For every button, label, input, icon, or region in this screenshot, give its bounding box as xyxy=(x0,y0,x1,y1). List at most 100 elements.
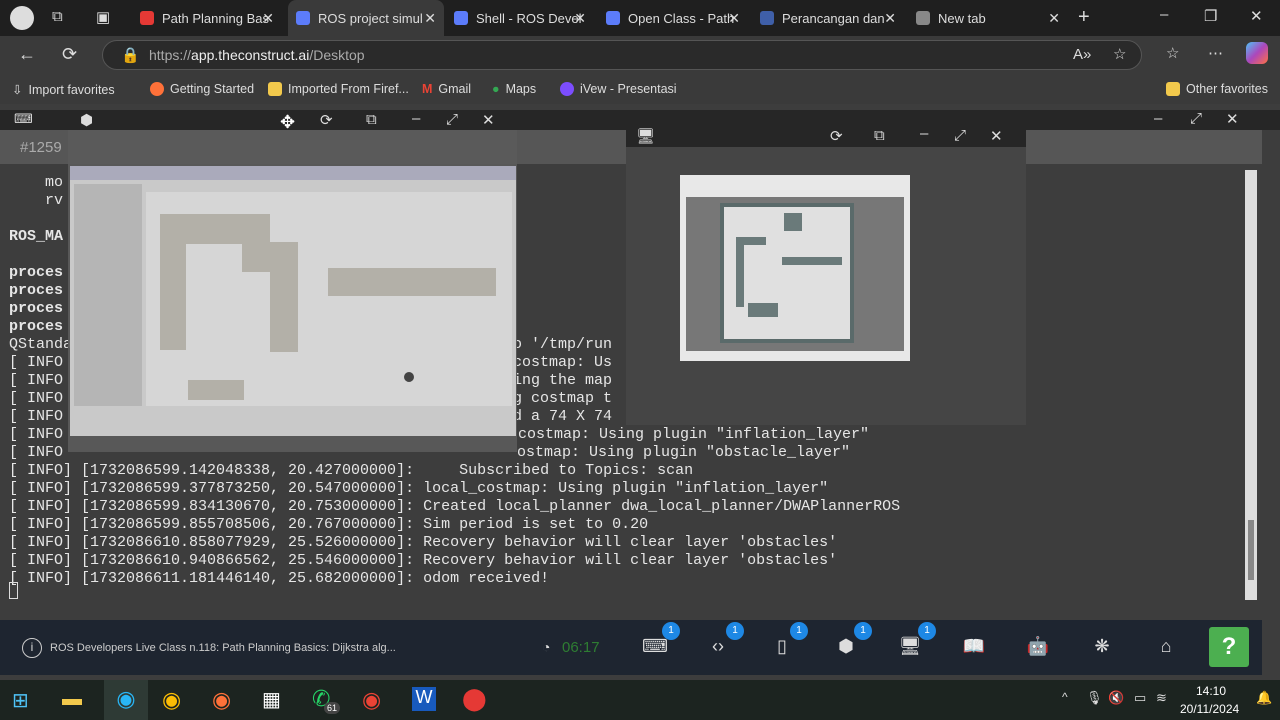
read-aloud-icon[interactable]: A» xyxy=(1073,46,1091,63)
bookmark-maps[interactable]: ● Maps xyxy=(492,82,536,96)
volume-muted-icon[interactable]: 🔇 xyxy=(1108,690,1124,706)
maximize-icon[interactable]: ⤢ xyxy=(954,127,966,144)
tab-close-icon[interactable]: ✕ xyxy=(884,10,896,27)
url-host: app.theconstruct.ai xyxy=(191,47,310,63)
popout-icon[interactable]: ⧉ xyxy=(366,111,377,128)
minimize-button[interactable]: – xyxy=(1160,6,1168,23)
monitor-icon: 🖥 xyxy=(636,128,656,145)
gazebo-window[interactable]: ⬢ ✥ ⟳ ⧉ – ⤢ ✕ xyxy=(68,110,517,452)
word-icon[interactable]: W xyxy=(412,687,436,711)
gazebo-screen[interactable] xyxy=(70,166,516,436)
rviz-window[interactable] xyxy=(626,125,1026,425)
bookmark-label: Imported From Firef... xyxy=(288,82,409,96)
minimize-icon[interactable]: – xyxy=(920,125,928,142)
notebook-icon[interactable]: ▯ xyxy=(770,636,794,657)
more-icon[interactable]: ⋯ xyxy=(1208,44,1223,62)
tab-close-icon[interactable]: ✕ xyxy=(262,10,274,27)
notes-icon[interactable]: 📖 xyxy=(962,636,986,657)
terminal-line-fragment: d a 74 X 74 xyxy=(513,408,613,425)
chrome-profile-icon[interactable]: ◉ xyxy=(362,687,381,713)
copilot-icon[interactable] xyxy=(1246,42,1268,64)
recorder-icon[interactable]: ⬤ xyxy=(462,686,487,712)
ai-assistant-icon[interactable]: ❋ xyxy=(1090,636,1114,657)
start-icon[interactable]: ⊞ xyxy=(12,688,29,713)
clock-date[interactable]: 20/11/2024 xyxy=(1180,702,1239,716)
store-icon[interactable]: ▦ xyxy=(262,687,281,712)
graphical-tools-icon[interactable]: 🖥 xyxy=(898,636,922,657)
favorites-icon[interactable]: ☆ xyxy=(1166,44,1179,62)
home-icon[interactable]: ⌂ xyxy=(1154,636,1178,657)
folder-icon xyxy=(1166,82,1180,96)
bookmark-gmail[interactable]: M Gmail xyxy=(422,82,471,96)
maximize-icon[interactable]: ⤢ xyxy=(446,111,458,128)
shell-icon[interactable]: ⌨ xyxy=(642,636,668,657)
profile-avatar[interactable] xyxy=(10,6,34,30)
notifications-icon[interactable]: 🔔 xyxy=(1256,690,1272,706)
firefox-icon[interactable]: ◉ xyxy=(212,687,231,713)
terminal-line: [ INFO xyxy=(9,390,64,407)
tab-favicon-icon xyxy=(140,11,154,25)
back-icon[interactable]: ← xyxy=(18,44,36,65)
code-editor-icon[interactable]: ‹› xyxy=(706,636,730,657)
url-input[interactable]: 🔒 https://app.theconstruct.ai/Desktop A» … xyxy=(102,40,1142,70)
tab-close-icon[interactable]: ✕ xyxy=(574,10,586,27)
bookmark-imported-firefox[interactable]: Imported From Firef... xyxy=(268,82,409,96)
battery-icon[interactable]: ▭ xyxy=(1134,690,1146,706)
popout-icon[interactable]: ⧉ xyxy=(874,127,885,144)
wifi-icon[interactable]: ≋ xyxy=(1156,690,1167,706)
workspaces-icon[interactable]: ⧉ xyxy=(52,8,63,25)
refresh-icon[interactable]: ⟳ xyxy=(62,44,77,65)
tray-chevron-icon[interactable]: ^ xyxy=(1062,690,1068,704)
bookmark-import-favorites[interactable]: ⇩ Import favorites xyxy=(12,82,115,98)
tab-close-icon[interactable]: ✕ xyxy=(1048,10,1060,27)
terminal-scrollbar[interactable] xyxy=(1245,170,1257,600)
terminal-close-button[interactable]: ✕ xyxy=(1226,110,1239,128)
browser-tab[interactable]: New tab ✕ xyxy=(908,4,1068,32)
close-icon[interactable]: ✕ xyxy=(482,111,495,129)
browser-tab[interactable]: ROS project simul ✕ xyxy=(288,0,444,36)
file-explorer-icon[interactable]: ▬ xyxy=(62,688,82,711)
add-favorite-icon[interactable]: ☆ xyxy=(1113,45,1126,63)
help-button[interactable]: ? xyxy=(1209,627,1249,667)
gazebo-titlebar[interactable]: ⬢ ✥ ⟳ ⧉ – ⤢ ✕ xyxy=(68,110,517,133)
browser-tab[interactable]: Shell - ROS Devel ✕ xyxy=(446,4,594,32)
terminal-minimize-button[interactable]: – xyxy=(1154,110,1162,127)
mic-icon[interactable]: 🎙 xyxy=(1086,690,1103,706)
clock-time[interactable]: 14:10 xyxy=(1196,684,1226,698)
close-icon[interactable]: ✕ xyxy=(990,127,1003,145)
rviz-titlebar[interactable]: 🖥 ⟳ ⧉ – ⤢ ✕ xyxy=(626,125,1026,147)
reload-icon[interactable]: ⟳ xyxy=(830,127,843,145)
class-title: ROS Developers Live Class n.118: Path Pl… xyxy=(50,642,396,654)
gazebo-icon[interactable]: ⬢ xyxy=(834,636,858,657)
info-icon[interactable]: i xyxy=(22,638,42,658)
bookmark-getting-started[interactable]: Getting Started xyxy=(150,82,254,96)
clock-icon: ◔ xyxy=(542,639,551,655)
bookmarks-bar: ⇩ Import favorites Getting Started Import… xyxy=(0,76,1280,104)
windows-taskbar: ⊞ ▬ ◉ ◉ ◉ ▦ ✆ 61 ◉ W ⬤ ^ 🎙 🔇 ▭ ≋ 14:10 2… xyxy=(0,680,1280,720)
restore-button[interactable]: ❐ xyxy=(1204,7,1217,25)
tab-close-icon[interactable]: ✕ xyxy=(728,10,740,27)
terminal-line: [ INFO] [1732086611.181446140, 25.682000… xyxy=(9,570,550,587)
terminal-line: [ INFO xyxy=(9,408,64,425)
tab-actions-icon[interactable]: ▣ xyxy=(96,8,110,26)
terminal-line: [ INFO] [1732086599.142048338, 20.427000… xyxy=(9,462,694,479)
new-tab-button[interactable]: + xyxy=(1078,6,1090,29)
bookmark-other-favorites[interactable]: Other favorites xyxy=(1166,82,1268,96)
browser-tab[interactable]: Perancangan dan ✕ xyxy=(752,4,904,32)
terminal-maximize-button[interactable]: ⤢ xyxy=(1190,110,1202,127)
bookmark-iview[interactable]: iVew - Presentasi xyxy=(560,82,677,96)
bookmark-label: iVew - Presentasi xyxy=(580,82,677,96)
robot-icon[interactable]: 🤖 xyxy=(1026,636,1050,657)
move-icon[interactable]: ✥ xyxy=(280,112,295,133)
minimize-icon[interactable]: – xyxy=(412,110,420,127)
chrome-icon[interactable]: ◉ xyxy=(162,687,181,713)
reload-icon[interactable]: ⟳ xyxy=(320,111,333,129)
tab-close-icon[interactable]: ✕ xyxy=(424,10,436,27)
browser-tab[interactable]: Path Planning Bas ✕ xyxy=(132,4,282,32)
browser-tab[interactable]: Open Class - Path ✕ xyxy=(598,4,748,32)
gazebo-world[interactable] xyxy=(146,192,512,406)
close-window-button[interactable]: ✕ xyxy=(1250,7,1263,25)
terminal-line: [ INFO xyxy=(9,426,64,443)
rviz-screen[interactable] xyxy=(680,175,910,361)
edge-icon[interactable]: ◉ xyxy=(104,680,148,720)
